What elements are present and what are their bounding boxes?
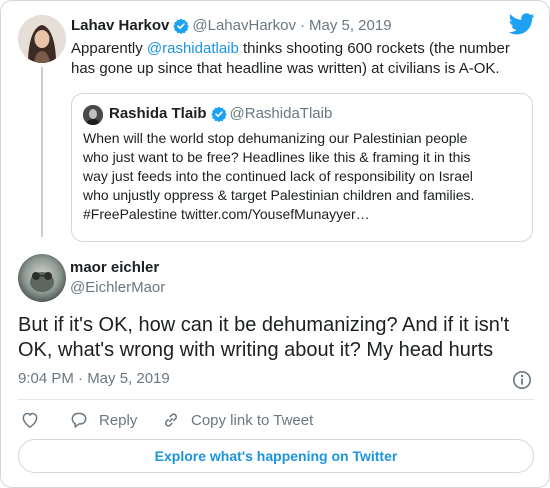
quoted-author-name: Rashida Tlaib: [109, 105, 207, 122]
main-text-line: OK, what's wrong with writing about it? …: [18, 339, 494, 361]
like-button[interactable]: [20, 408, 50, 432]
reply-button[interactable]: Reply: [69, 408, 137, 432]
reply-icon: [71, 412, 87, 428]
quoted-tweet-header: Rashida Tlaib @RashidaTlaib: [109, 104, 332, 124]
main-author-avatar[interactable]: [18, 254, 66, 302]
main-text-line: But if it's OK, how can it be dehumanizi…: [18, 314, 510, 336]
mention-link[interactable]: @rashidatlaib: [147, 40, 239, 57]
parent-tweet-date[interactable]: May 5, 2019: [309, 16, 392, 36]
verified-badge-icon: [173, 18, 190, 34]
main-tweet-text: But if it's OK, how can it be dehumanizi…: [18, 313, 538, 363]
parent-author-handle[interactable]: @LahavHarkov: [192, 16, 296, 36]
link-icon: [165, 413, 177, 427]
copy-link-label: Copy link to Tweet: [191, 411, 314, 429]
tweet-timestamp[interactable]: 9:04 PM · May 5, 2019: [18, 369, 170, 389]
reply-label: Reply: [99, 411, 138, 429]
tweet-embed-card: Lahav Harkov @LahavHarkov · May 5, 2019 …: [0, 0, 550, 488]
header-separator: ·: [300, 17, 305, 34]
twitter-logo-icon[interactable]: [509, 13, 535, 35]
parent-tweet-header: Lahav Harkov @LahavHarkov · May 5, 2019: [71, 16, 392, 36]
divider: [18, 399, 534, 400]
quoted-author-handle: @RashidaTlaib: [229, 105, 333, 122]
quoted-text-line: #FreePalestine twitter.com/YousefMunayye…: [83, 206, 370, 222]
quoted-tweet-text: When will the world stop dehumanizing ou…: [83, 129, 523, 224]
copy-link-button[interactable]: Copy link to Tweet: [161, 408, 313, 432]
explore-twitter-button[interactable]: Explore what's happening on Twitter: [18, 439, 534, 473]
quoted-text-line: When will the world stop dehumanizing ou…: [83, 130, 468, 146]
quoted-author-avatar: [83, 105, 103, 125]
info-icon[interactable]: [512, 370, 532, 390]
parent-author-avatar[interactable]: [18, 15, 66, 63]
quoted-text-line: who just want to be free? Headlines like…: [83, 149, 471, 165]
main-author-handle[interactable]: @EichlerMaor: [70, 278, 165, 298]
quoted-text-line: way just feeds into the continued lack o…: [83, 168, 473, 184]
thread-connector-line: [41, 67, 43, 237]
quoted-text-line: who unjustly oppress & target Palestinia…: [83, 187, 475, 203]
parent-author-name[interactable]: Lahav Harkov: [71, 16, 169, 36]
verified-badge-icon: [210, 106, 227, 122]
main-author-name[interactable]: maor eichler: [70, 258, 159, 278]
parent-text-lead: Apparently: [71, 40, 147, 57]
quoted-tweet[interactable]: Rashida Tlaib @RashidaTlaib When will th…: [71, 93, 533, 242]
parent-tweet-text: Apparently @rashidatlaib thinks shooting…: [71, 39, 531, 79]
heart-icon: [22, 412, 38, 428]
explore-label: Explore what's happening on Twitter: [154, 448, 398, 464]
